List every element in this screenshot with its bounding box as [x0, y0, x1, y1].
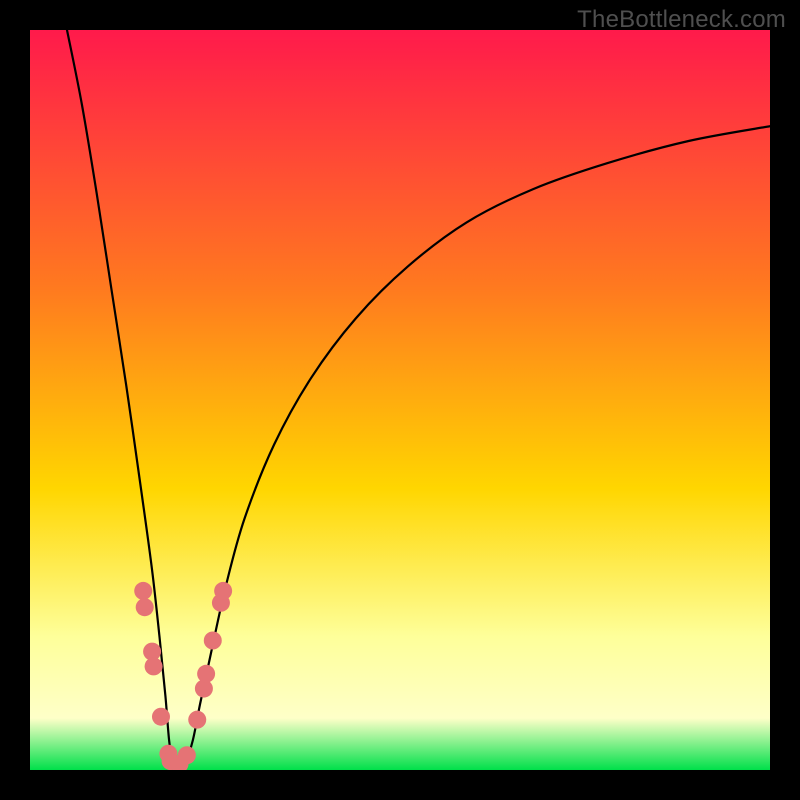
- highlight-dot: [136, 598, 154, 616]
- plot-area: [30, 30, 770, 770]
- highlight-dot: [145, 657, 163, 675]
- highlight-dot: [197, 665, 215, 683]
- highlight-dots: [134, 582, 232, 770]
- highlight-dot: [134, 582, 152, 600]
- watermark-text: TheBottleneck.com: [577, 6, 786, 34]
- highlight-dot: [152, 708, 170, 726]
- highlight-dot: [188, 711, 206, 729]
- chart-svg: [30, 30, 770, 770]
- bottleneck-curve: [67, 30, 770, 770]
- chart-frame: TheBottleneck.com: [0, 0, 800, 800]
- highlight-dot: [214, 582, 232, 600]
- highlight-dot: [204, 632, 222, 650]
- highlight-dot: [178, 746, 196, 764]
